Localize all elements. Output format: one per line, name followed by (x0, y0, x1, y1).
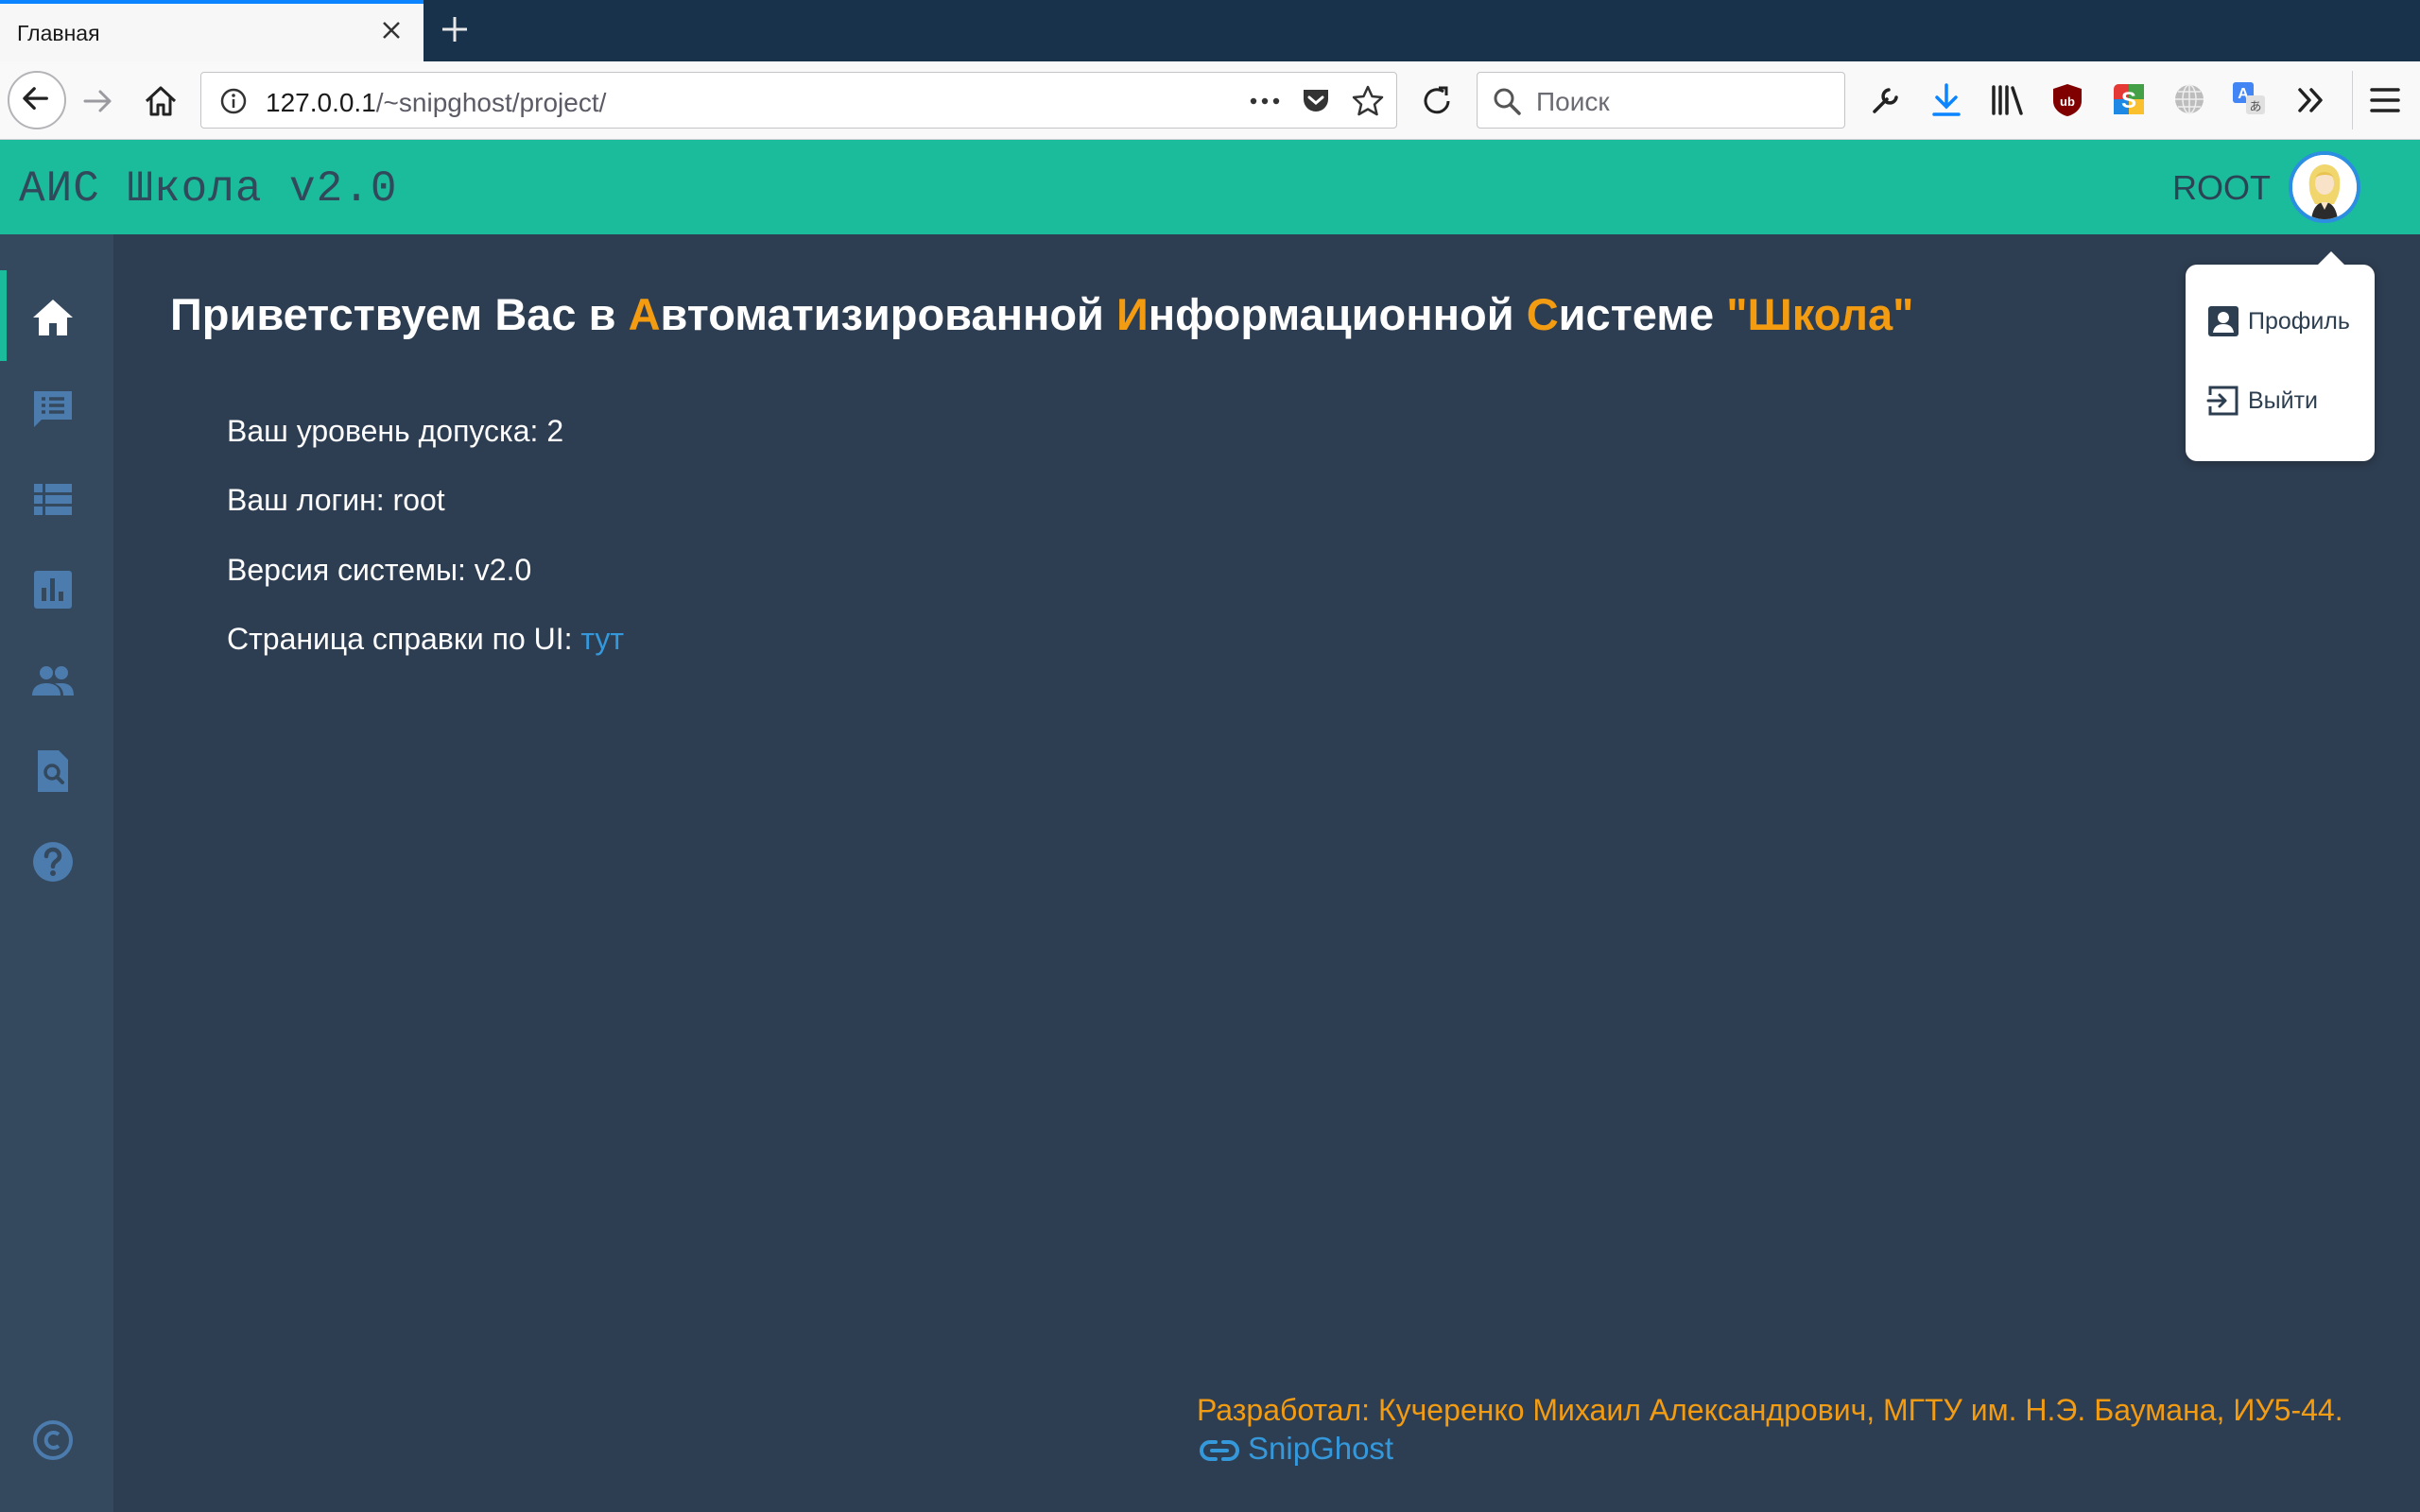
sidebar-item-messages[interactable] (0, 361, 113, 452)
back-button[interactable] (8, 71, 66, 129)
logout-label: Выйти (2248, 387, 2319, 414)
sidebar-item-statistics[interactable] (0, 542, 113, 633)
tab-title: Главная (17, 21, 100, 45)
access-level: Ваш уровень допуска: 2 (227, 414, 564, 448)
sidebar-item-help[interactable] (0, 815, 113, 905)
developer-credit: Разработал: Кучеренко Михаил Александров… (1197, 1393, 2343, 1427)
chat-list-icon (34, 391, 72, 427)
user-dropdown-menu: Профиль Выйти (2186, 251, 2375, 461)
overflow-chevrons-icon[interactable] (2295, 84, 2327, 116)
sidebar (0, 234, 113, 1512)
more-actions-icon[interactable] (1247, 88, 1283, 114)
forward-arrow-icon[interactable] (81, 84, 115, 118)
search-placeholder: Поиск (1536, 87, 1610, 116)
dropdown-item-profile[interactable]: Профиль (2206, 297, 2367, 344)
help-link[interactable]: тут (580, 622, 624, 656)
home-icon[interactable] (142, 82, 180, 120)
help-info: Страница справки по UI: тут (227, 622, 624, 657)
user-avatar-icon (2292, 155, 2357, 219)
download-icon[interactable] (1930, 82, 1962, 118)
people-icon (32, 666, 74, 696)
url-bar[interactable]: 127.0.0.1/~snipghost/project/ (200, 72, 1397, 129)
welcome-letter-i: И (1116, 289, 1149, 339)
login-info: Ваш логин: root (227, 483, 445, 517)
help-prefix: Страница справки по UI: (227, 622, 581, 656)
avatar[interactable] (2289, 151, 2360, 223)
page-title: Приветствуем Вас в Автоматизированной Ин… (170, 288, 1913, 340)
url-text: 127.0.0.1/~snipghost/project/ (266, 88, 606, 118)
sidebar-item-copyright[interactable] (0, 1393, 113, 1484)
sidebar-item-home[interactable] (0, 270, 113, 361)
ublock-icon[interactable]: ub (2051, 82, 2083, 118)
url-host: 127.0.0.1 (266, 88, 376, 117)
copyright-icon (33, 1420, 73, 1460)
library-icon[interactable] (1989, 84, 2027, 116)
profile-label: Профиль (2248, 308, 2350, 335)
search-bar[interactable]: Поиск (1477, 72, 1845, 129)
dropdown-item-logout[interactable]: Выйти (2206, 376, 2367, 423)
s-extension-icon[interactable]: S (2112, 82, 2146, 116)
url-path: /~snipghost/project/ (375, 88, 607, 117)
browser-toolbar: 127.0.0.1/~snipghost/project/ Поиск ub S… (0, 61, 2420, 140)
search-document-icon (38, 750, 68, 792)
bar-chart-icon (34, 571, 72, 609)
reload-icon[interactable] (1418, 82, 1456, 120)
version-info: Версия системы: v2.0 (227, 553, 532, 587)
welcome-letter-a: А (628, 289, 661, 339)
welcome-letter-s: С (1526, 289, 1559, 339)
new-tab-icon[interactable] (437, 11, 473, 47)
sidebar-item-lists[interactable] (0, 452, 113, 542)
help-icon (33, 842, 73, 882)
globe-icon[interactable] (2172, 82, 2206, 116)
star-icon[interactable] (1351, 84, 1385, 118)
welcome-part-3: нформационной (1148, 289, 1527, 339)
wrench-icon[interactable] (1870, 84, 1902, 116)
svg-text:あ: あ (2249, 100, 2261, 114)
app-header: АИС Школа v2.0 ROOT (0, 140, 2420, 234)
arrow-left-icon (23, 87, 48, 111)
welcome-school: "Школа" (1726, 289, 1914, 339)
search-icon (1494, 88, 1521, 115)
welcome-part-4: истеме (1558, 289, 1727, 339)
welcome-part-2: втоматизированной (660, 289, 1116, 339)
welcome-part-1: Приветствуем Вас в (170, 289, 629, 339)
snipghost-link-label: SnipGhost (1248, 1431, 1394, 1466)
user-name[interactable]: ROOT (2172, 168, 2271, 208)
logout-icon (2206, 386, 2238, 416)
sidebar-item-search[interactable] (0, 724, 113, 815)
list-icon (34, 484, 72, 515)
svg-text:S: S (2121, 88, 2136, 113)
hamburger-menu-icon[interactable] (2369, 86, 2401, 114)
home-icon (33, 300, 73, 335)
snipghost-link[interactable]: SnipGhost (1199, 1431, 1393, 1467)
toolbar-divider (2352, 71, 2353, 129)
sidebar-item-users[interactable] (0, 633, 113, 724)
app-title[interactable]: АИС Школа v2.0 (19, 164, 397, 214)
link-icon (1200, 1440, 1239, 1461)
browser-tab-bar: Главная (0, 0, 2420, 61)
profile-icon (2208, 306, 2238, 336)
translate-icon[interactable]: A あ (2231, 80, 2267, 116)
info-icon[interactable] (218, 86, 249, 116)
close-tab-icon[interactable] (376, 15, 406, 45)
pocket-icon[interactable] (1300, 85, 1332, 117)
browser-tab[interactable]: Главная (0, 0, 424, 61)
svg-text:ub: ub (2060, 94, 2075, 109)
